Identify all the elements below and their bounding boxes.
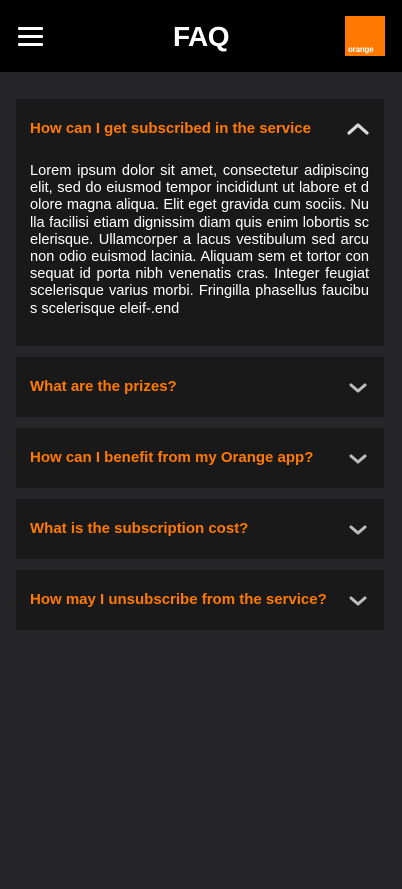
chevron-up-icon[interactable] — [346, 119, 370, 139]
faq-list: How can I get subscribed in the service … — [16, 99, 384, 641]
chevron-down-icon[interactable] — [346, 448, 370, 468]
chevron-down-icon[interactable] — [346, 377, 370, 397]
faq-question-toggle[interactable]: How can I get subscribed in the service — [16, 99, 384, 159]
app-header: FAQ orange — [0, 0, 402, 72]
faq-item-orange-app: How can I benefit from my Orange app? — [16, 427, 384, 488]
faq-item-prizes: What are the prizes? — [16, 356, 384, 417]
faq-question: How can I get subscribed in the service — [30, 120, 311, 137]
faq-question-toggle[interactable]: How may I unsubscribe from the service? — [16, 570, 384, 630]
faq-question: What are the prizes? — [30, 377, 177, 395]
faq-question-toggle[interactable]: How can I benefit from my Orange app? — [16, 428, 384, 488]
faq-item-unsubscribe: How may I unsubscribe from the service? — [16, 569, 384, 630]
faq-question: How may I unsubscribe from the service? — [30, 590, 327, 608]
faq-item-subscribe: How can I get subscribed in the service … — [16, 99, 384, 346]
chevron-down-icon[interactable] — [346, 590, 370, 610]
faq-question: What is the subscription cost? — [30, 519, 249, 537]
page-title: FAQ — [172, 21, 230, 52]
logo-text: orange — [348, 45, 374, 54]
faq-item-cost: What is the subscription cost? — [16, 498, 384, 559]
faq-question-toggle[interactable]: What is the subscription cost? — [16, 499, 384, 559]
orange-logo[interactable]: orange — [345, 16, 385, 56]
faq-question-toggle[interactable]: What are the prizes? — [16, 357, 384, 417]
faq-question: How can I benefit from my Orange app? — [30, 448, 314, 466]
faq-answer: Lorem ipsum dolor sit amet, consectetur … — [30, 163, 369, 317]
chevron-down-icon[interactable] — [346, 519, 370, 539]
